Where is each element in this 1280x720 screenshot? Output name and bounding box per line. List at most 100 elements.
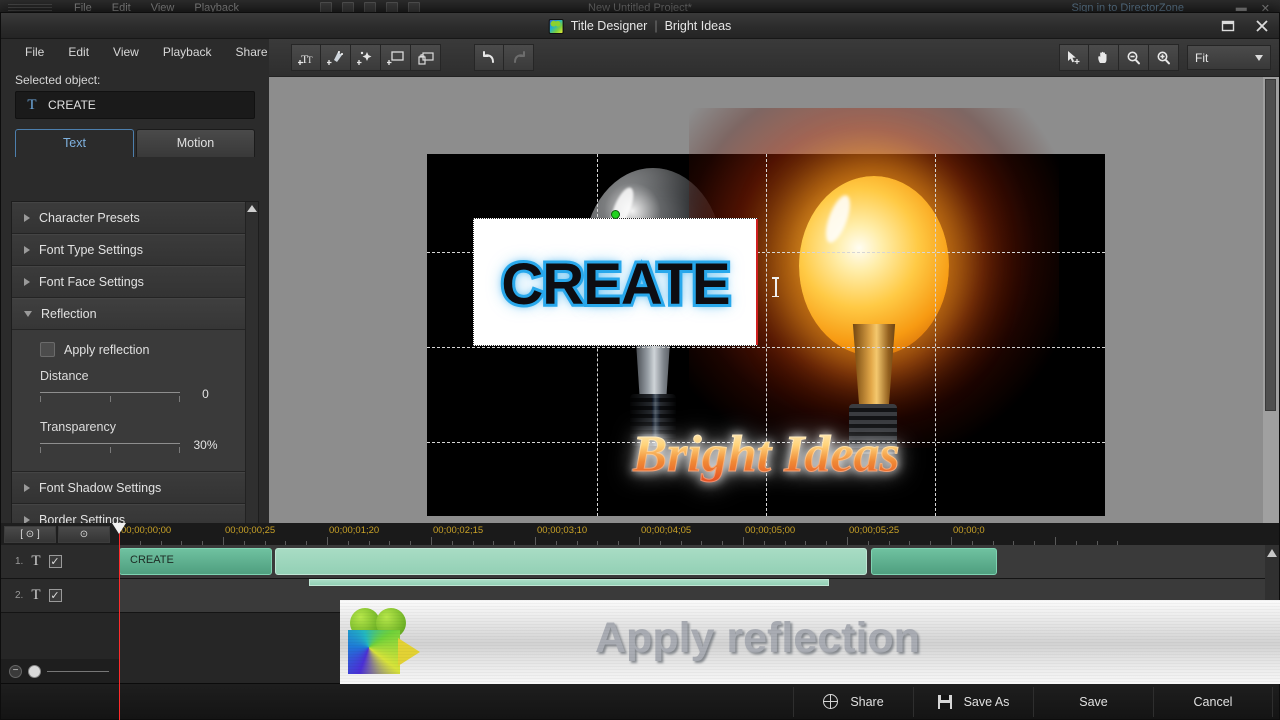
glowing-lightbulb-image [689,108,1059,468]
track-enabled-checkbox[interactable]: ✓ [48,555,62,568]
zoom-level-value: Fit [1195,50,1209,65]
section-font-shadow-settings[interactable]: Font Shadow Settings [12,472,245,504]
timeline-ruler[interactable]: 00;00;00;00 00;00;00;25 00;00;01;20 00;0… [119,523,1279,545]
save-button[interactable]: Save [1033,686,1153,717]
cancel-button[interactable]: Cancel [1153,686,1273,717]
selected-object-label: Selected object: [15,73,101,87]
distance-slider[interactable] [40,392,180,402]
dialog-app-name: Title Designer [570,19,648,33]
reflection-body: Apply reflection Distance 0 Transparency… [12,330,245,472]
menu-playback[interactable]: Playback [163,45,212,59]
ruler-tick [847,537,848,545]
section-character-presets[interactable]: Character Presets [12,202,245,234]
scroll-up-arrow-icon[interactable] [1267,549,1277,557]
redo-button[interactable] [504,44,534,71]
distance-slider-track [40,392,180,393]
transparency-slider[interactable] [40,443,180,453]
floppy-disk-icon [937,694,952,709]
close-icon[interactable] [1253,17,1271,35]
zoom-slider-thumb[interactable] [28,664,41,678]
menu-view[interactable]: View [113,45,139,59]
ruler-mark: 00;00;00;25 [225,525,276,536]
timeline-playhead[interactable] [112,523,126,720]
ruler-tick [951,537,952,545]
designer-toolbar: TT Fit [269,39,1279,77]
share-button[interactable]: Share [793,686,913,717]
section-label: Font Shadow Settings [39,481,162,495]
timeline-zoom-slider[interactable]: − [1,659,119,683]
ruler-mark: 00;00;00;00 [121,525,172,536]
toolbar-view-tools [1059,44,1179,71]
zoom-out-tool[interactable] [1119,44,1149,71]
dialog-title: Title Designer | Bright Ideas [548,13,731,39]
guide-vertical-right [935,154,936,516]
track-header: 2. T ✓ [1,579,119,612]
add-particle-button[interactable] [321,44,351,71]
maximize-icon[interactable] [1219,17,1237,35]
ruler-tick [1055,537,1056,545]
preview-stage[interactable]: CREATE Bright Ideas [427,108,1105,516]
scrollbar-thumb[interactable] [1265,79,1276,411]
timeline-clip[interactable] [309,579,829,586]
delete-object-button[interactable] [411,44,441,71]
preview-canvas-area[interactable]: CREATE Bright Ideas [269,77,1263,593]
table-row[interactable]: 1. T ✓ CREATE [1,545,1279,579]
i-beam-cursor-icon [772,277,779,297]
dialog-menubar: File Edit View Playback Share [1,39,269,65]
zoom-in-tool[interactable] [1149,44,1179,71]
add-image-button[interactable] [381,44,411,71]
toolbar-left-group: TT [291,44,441,71]
timeline-clip[interactable] [275,548,867,575]
apply-reflection-label: Apply reflection [64,342,150,357]
zoom-level-dropdown[interactable]: Fit [1187,45,1271,70]
playhead-flag[interactable] [112,523,126,534]
ruler-mark: 00;00;05;25 [849,525,900,536]
transparency-control: Transparency 30% [12,420,245,453]
add-text-button[interactable]: TT [291,44,321,71]
dialog-bottom-bar: Share Save As Save Cancel [1,683,1279,719]
chevron-down-icon [1255,54,1263,61]
section-label: Font Face Settings [39,275,144,289]
bright-ideas-text: Bright Ideas [632,426,900,484]
menu-edit[interactable]: Edit [68,45,89,59]
tab-text[interactable]: Text [15,129,134,157]
transparency-slider-ticks [40,447,180,453]
track-lane[interactable]: CREATE [119,545,1279,578]
time-mode-button[interactable]: ⊙ [58,525,110,543]
add-effect-button[interactable] [351,44,381,71]
section-font-face-settings[interactable]: Font Face Settings [12,266,245,298]
ruler-tick [431,537,432,545]
save-as-button[interactable]: Save As [913,686,1033,717]
save-as-label: Save As [963,694,1010,709]
section-font-type-settings[interactable]: Font Type Settings [12,234,245,266]
timeline-clip[interactable]: CREATE [119,548,272,575]
track-enabled-checkbox[interactable]: ✓ [48,589,62,602]
apply-reflection-row[interactable]: Apply reflection [12,342,245,357]
zoom-out-minus-icon[interactable]: − [9,664,22,678]
rotate-handle[interactable] [611,210,620,219]
section-label: Font Type Settings [39,243,143,257]
tab-motion[interactable]: Motion [136,129,255,157]
keyframe-mode-button[interactable]: [ ⊙ ] [4,525,56,543]
create-text: CREATE [498,249,733,320]
selected-object-name: CREATE [48,98,96,112]
pan-tool[interactable] [1089,44,1119,71]
menu-share[interactable]: Share [236,45,268,59]
selected-object-field[interactable]: T CREATE [15,91,255,119]
apply-reflection-checkbox[interactable] [40,342,55,357]
scroll-up-arrow-icon[interactable] [247,205,257,212]
section-reflection[interactable]: Reflection [12,298,245,330]
dialog-window-controls [1219,13,1271,39]
text-track-icon: T [31,587,41,603]
ruler-mark: 00;00;03;10 [537,525,588,536]
text-track-icon: T [31,553,41,569]
chevron-right-icon [24,484,30,492]
guide-horizontal-middle [427,347,1105,348]
timeline-clip[interactable] [871,548,997,575]
selected-text-object[interactable]: CREATE [473,210,758,346]
select-tool[interactable] [1059,44,1089,71]
menu-file[interactable]: File [25,45,44,59]
panel-tabs: Text Motion [15,129,255,157]
undo-button[interactable] [474,44,504,71]
distance-label: Distance [40,369,89,383]
